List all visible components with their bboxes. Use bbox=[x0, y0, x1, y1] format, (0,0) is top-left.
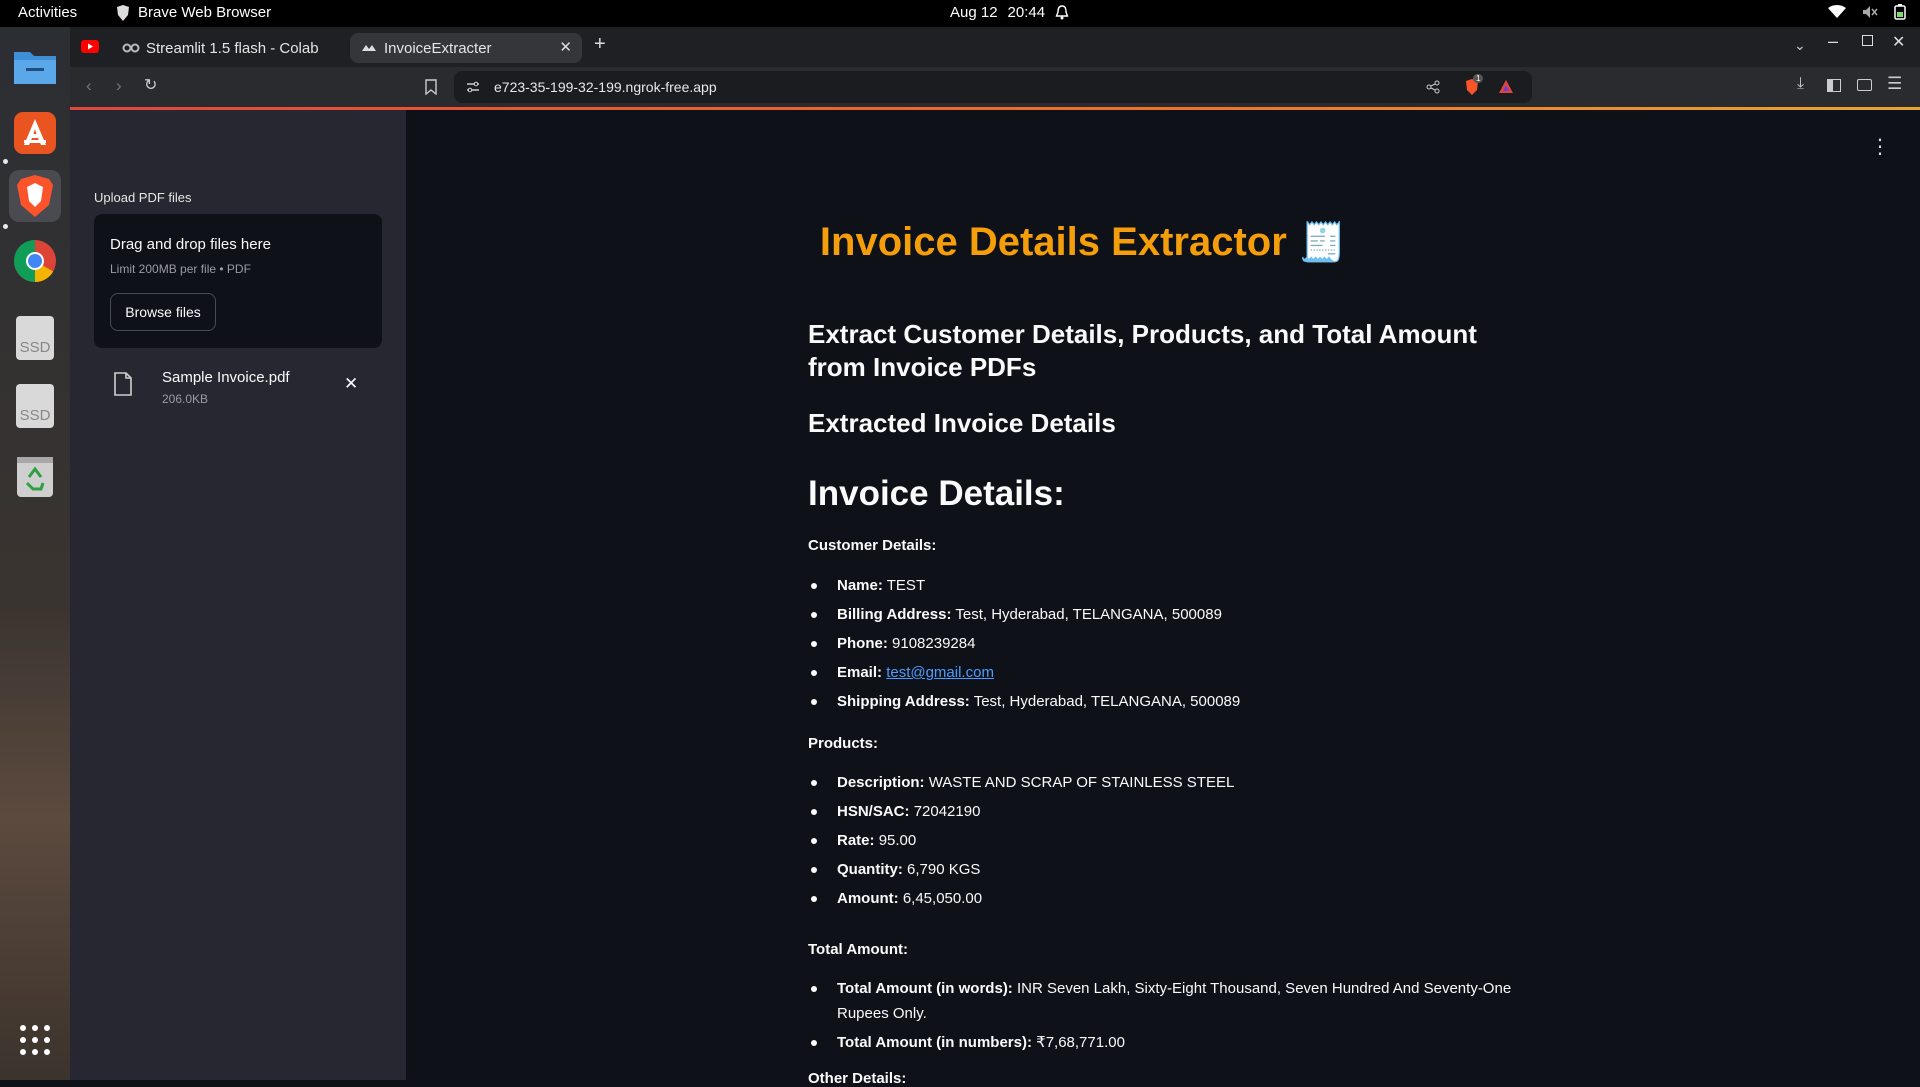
list-item: Name: TEST bbox=[808, 573, 1528, 598]
main-content: ⋮ Invoice Details Extractor 🧾 Extract Cu… bbox=[406, 110, 1920, 1087]
reload-icon[interactable]: ↻ bbox=[144, 75, 157, 95]
running-indicator bbox=[3, 224, 8, 229]
chrome-icon[interactable] bbox=[9, 235, 61, 287]
list-item: HSN/SAC: 72042190 bbox=[808, 799, 1528, 824]
system-tray[interactable] bbox=[1828, 4, 1906, 20]
tab-label: Streamlit 1.5 flash - Colab bbox=[146, 39, 319, 57]
list-item: Shipping Address: Test, Hyderabad, TELAN… bbox=[808, 689, 1528, 714]
share-icon[interactable] bbox=[1426, 80, 1440, 94]
ubuntu-dock: SSD SSD bbox=[0, 27, 70, 1080]
wifi-icon bbox=[1828, 5, 1846, 18]
colab-icon bbox=[122, 43, 140, 53]
list-item: Phone: 9108239284 bbox=[808, 631, 1528, 656]
date-label: Aug 12 bbox=[950, 4, 998, 21]
total-heading: Total Amount: bbox=[808, 941, 908, 958]
trash-icon[interactable] bbox=[9, 450, 61, 502]
tab-streamlit-colab[interactable]: Streamlit 1.5 flash - Colab bbox=[110, 33, 330, 63]
list-item: Total Amount (in words): INR Seven Lakh,… bbox=[808, 976, 1528, 1026]
brave-browser-icon[interactable] bbox=[9, 170, 61, 222]
list-item: Total Amount (in numbers): ₹7,68,771.00 bbox=[808, 1030, 1528, 1055]
browser-toolbar: ‹ › ↻ e723-35-199-32-199.ngrok-free.app … bbox=[70, 67, 1920, 107]
youtube-icon[interactable] bbox=[81, 40, 99, 53]
products-heading: Products: bbox=[808, 735, 879, 752]
ssd-label: SSD bbox=[16, 384, 54, 428]
file-name: Sample Invoice.pdf bbox=[162, 369, 290, 386]
customer-list: Name: TEST Billing Address: Test, Hydera… bbox=[808, 573, 1528, 714]
main-menu-icon[interactable]: ⋮ bbox=[1870, 134, 1890, 159]
brave-rewards-icon[interactable] bbox=[1498, 79, 1514, 94]
minimize-button[interactable]: – bbox=[1828, 31, 1838, 52]
maximize-button[interactable] bbox=[1862, 35, 1873, 46]
ssd-drive-icon[interactable]: SSD bbox=[9, 380, 61, 432]
invoice-heading: Invoice Details: bbox=[808, 474, 1065, 513]
shields-badge: 1 bbox=[1473, 74, 1484, 83]
customer-heading: Customer Details: bbox=[808, 537, 937, 554]
upload-label: Upload PDF files bbox=[94, 190, 192, 205]
battery-icon bbox=[1894, 4, 1906, 20]
show-apps-grid-icon[interactable] bbox=[9, 1014, 61, 1066]
tab-search-chevron-icon[interactable]: ⌄ bbox=[1794, 37, 1806, 54]
extracted-heading: Extracted Invoice Details bbox=[808, 408, 1116, 438]
subtitle: Extract Customer Details, Products, and … bbox=[808, 319, 1477, 382]
ssd-drive-icon[interactable]: SSD bbox=[9, 312, 61, 364]
system-top-bar: Activities Brave Web Browser Aug 12 20:4… bbox=[0, 0, 1920, 27]
volume-muted-icon bbox=[1863, 6, 1878, 18]
list-item: Email: test@gmail.com bbox=[808, 660, 1528, 685]
browse-files-button[interactable]: Browse files bbox=[110, 293, 216, 331]
bookmark-icon[interactable] bbox=[425, 79, 437, 95]
tab-invoice-extracter[interactable]: InvoiceExtracter ✕ bbox=[350, 33, 582, 63]
list-item: Rate: 95.00 bbox=[808, 828, 1528, 853]
sidebar-toggle-icon[interactable] bbox=[1827, 79, 1841, 92]
download-icon[interactable]: ⤓ bbox=[1797, 75, 1804, 93]
close-window-button[interactable]: ✕ bbox=[1892, 32, 1905, 52]
activities-button[interactable]: Activities bbox=[18, 4, 77, 21]
remove-file-icon[interactable]: ✕ bbox=[344, 374, 358, 394]
page-title: Invoice Details Extractor 🧾 bbox=[708, 220, 1458, 265]
running-indicator bbox=[3, 159, 8, 164]
uploaded-file-item: Sample Invoice.pdf 206.0KB ✕ bbox=[94, 362, 382, 412]
forward-icon[interactable]: › bbox=[116, 76, 122, 96]
back-icon[interactable]: ‹ bbox=[86, 76, 92, 96]
tab-close-icon[interactable]: ✕ bbox=[559, 38, 572, 56]
tab-strip: Streamlit 1.5 flash - Colab InvoiceExtra… bbox=[70, 27, 1920, 67]
site-settings-icon[interactable] bbox=[466, 81, 480, 93]
notification-bell-icon bbox=[1055, 5, 1069, 20]
totals-list: Total Amount (in words): INR Seven Lakh,… bbox=[808, 976, 1528, 1055]
time-label: 20:44 bbox=[1007, 4, 1046, 21]
files-app-icon[interactable] bbox=[9, 40, 61, 92]
app-menu[interactable]: Brave Web Browser bbox=[116, 4, 271, 21]
file-size: 206.0KB bbox=[162, 392, 209, 406]
new-tab-button[interactable]: + bbox=[594, 33, 606, 56]
address-bar[interactable]: e723-35-199-32-199.ngrok-free.app 1 bbox=[454, 71, 1532, 103]
brave-lion-small-icon bbox=[117, 4, 129, 21]
email-link[interactable]: test@gmail.com bbox=[886, 664, 994, 681]
list-item: Description: WASTE AND SCRAP OF STAINLES… bbox=[808, 770, 1528, 795]
menu-icon[interactable]: ☰ bbox=[1887, 74, 1902, 94]
file-icon bbox=[114, 372, 132, 396]
list-item: Amount: 6,45,050.00 bbox=[808, 886, 1528, 911]
brave-shields-icon[interactable]: 1 bbox=[1464, 74, 1484, 96]
receipt-emoji: 🧾 bbox=[1298, 221, 1347, 264]
other-details-heading: Other Details: bbox=[808, 1070, 907, 1087]
url-text: e723-35-199-32-199.ngrok-free.app bbox=[494, 79, 717, 95]
tab-label: InvoiceExtracter bbox=[384, 39, 492, 57]
ssd-label: SSD bbox=[16, 316, 54, 360]
wallet-icon[interactable] bbox=[1857, 79, 1872, 91]
file-dropzone[interactable]: Drag and drop files here Limit 200MB per… bbox=[94, 214, 382, 348]
streamlit-sidebar: Upload PDF files Drag and drop files her… bbox=[70, 110, 406, 1080]
list-item: Billing Address: Test, Hyderabad, TELANG… bbox=[808, 602, 1528, 627]
list-item: Quantity: 6,790 KGS bbox=[808, 857, 1528, 882]
dropzone-title: Drag and drop files here bbox=[110, 236, 271, 253]
app-name-label: Brave Web Browser bbox=[138, 4, 272, 21]
streamlit-icon bbox=[362, 45, 376, 51]
products-list: Description: WASTE AND SCRAP OF STAINLES… bbox=[808, 770, 1528, 911]
app-center-icon[interactable] bbox=[9, 107, 61, 159]
clock[interactable]: Aug 12 20:44 bbox=[950, 4, 1069, 21]
title-text: Invoice Details Extractor bbox=[819, 220, 1287, 264]
dropzone-limit: Limit 200MB per file • PDF bbox=[110, 262, 251, 276]
